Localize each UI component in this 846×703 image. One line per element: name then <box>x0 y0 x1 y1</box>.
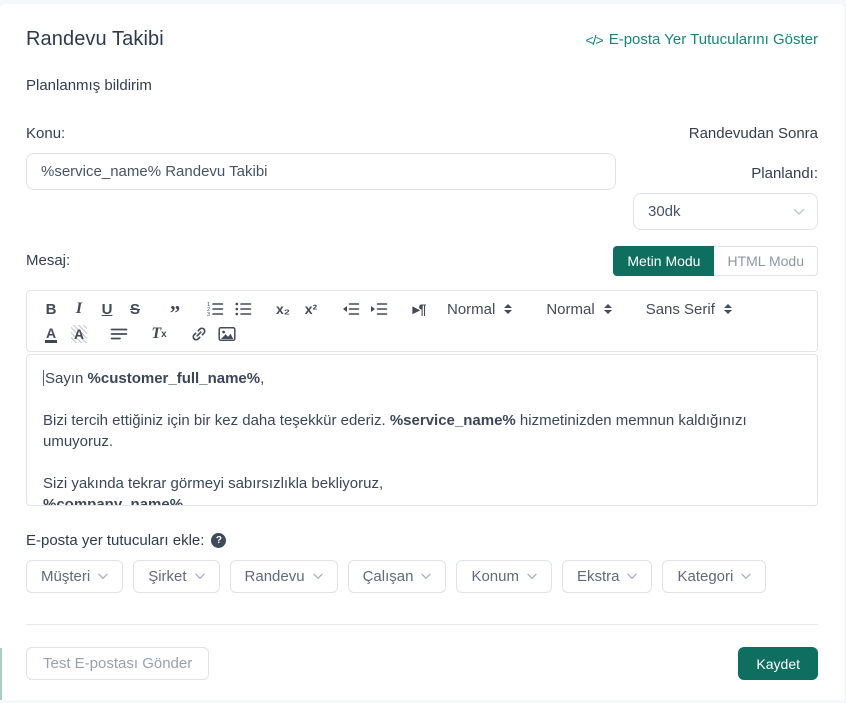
scheduled-notification-subtitle: Planlanmış bildirim <box>26 77 818 94</box>
placeholder-location-dropdown[interactable]: Konum <box>456 560 552 593</box>
editor-content[interactable]: Sayın %customer_full_name%,Bizi tercih e… <box>26 354 818 506</box>
show-email-placeholders-link[interactable]: </> E-posta Yer Tutucularını Göster <box>585 31 818 48</box>
chevron-down-icon <box>793 208 805 216</box>
heading-picker-value: Normal <box>447 301 495 318</box>
indent-icon[interactable] <box>367 298 391 320</box>
placeholder-employee-dropdown[interactable]: Çalışan <box>348 560 447 593</box>
font-picker[interactable]: Sans Serif <box>646 301 732 318</box>
chevron-down-icon <box>98 573 108 580</box>
chevron-down-icon <box>421 573 431 580</box>
editor-toolbar: B I U S ” 123 x₂ x² <box>26 290 818 352</box>
background-color-icon[interactable]: A <box>71 325 87 343</box>
chevron-down-icon <box>627 573 637 580</box>
chevron-down-icon <box>313 573 323 580</box>
show-email-placeholders-label: E-posta Yer Tutucularını Göster <box>609 31 818 48</box>
updown-arrows-icon <box>604 304 612 314</box>
placeholders-header: E-posta yer tutucuları ekle: ? <box>26 532 818 549</box>
size-picker-value: Normal <box>546 301 594 318</box>
heading-picker[interactable]: Normal <box>447 301 512 318</box>
help-icon[interactable]: ? <box>211 533 226 548</box>
placeholder-customer-dropdown[interactable]: Müşteri <box>26 560 123 593</box>
chevron-down-icon <box>195 573 205 580</box>
planned-label: Planlandı: <box>633 164 818 184</box>
message-mode-row: Mesaj: Metin Modu HTML Modu <box>26 246 818 276</box>
updown-arrows-icon <box>724 304 732 314</box>
subject-input[interactable] <box>26 153 616 190</box>
superscript-icon[interactable]: x² <box>299 298 323 320</box>
svg-text:3: 3 <box>207 312 210 318</box>
strikethrough-icon[interactable]: S <box>123 298 147 320</box>
placeholder-buttons-row: Müşteri Şirket Randevu Çalışan Konum Eks… <box>26 560 818 593</box>
ordered-list-icon[interactable]: 123 <box>203 298 227 320</box>
placeholder-appointment-dropdown[interactable]: Randevu <box>230 560 338 593</box>
link-icon[interactable] <box>187 323 211 345</box>
text-mode-button[interactable]: Metin Modu <box>613 246 714 276</box>
outdent-icon[interactable] <box>339 298 363 320</box>
footer-divider <box>26 624 818 625</box>
size-picker[interactable]: Normal <box>546 301 611 318</box>
code-icon: </> <box>585 32 602 48</box>
placeholder-extra-dropdown[interactable]: Ekstra <box>562 560 653 593</box>
message-label: Mesaj: <box>26 251 70 271</box>
notification-editor-panel: Randevu Takibi </> E-posta Yer Tutucular… <box>0 4 846 700</box>
font-picker-value: Sans Serif <box>646 301 715 318</box>
bold-icon[interactable]: B <box>39 298 63 320</box>
html-mode-button[interactable]: HTML Modu <box>714 246 818 276</box>
placeholders-label: E-posta yer tutucuları ekle: <box>26 532 204 549</box>
planned-time-select[interactable]: 30dk <box>633 193 818 230</box>
footer: Test E-postası Gönder Kaydet <box>26 647 818 680</box>
after-appointment-label: Randevudan Sonra <box>633 124 818 144</box>
updown-arrows-icon <box>504 304 512 314</box>
underline-icon[interactable]: U <box>95 298 119 320</box>
page-title: Randevu Takibi <box>26 28 164 51</box>
italic-icon[interactable]: I <box>67 298 91 320</box>
planned-time-value: 30dk <box>648 203 681 220</box>
subject-schedule-row: Konu: Randevudan Sonra Planlandı: 30dk <box>26 124 818 230</box>
mode-toggle-group: Metin Modu HTML Modu <box>613 246 818 276</box>
chevron-down-icon <box>527 573 537 580</box>
text-color-icon[interactable]: A <box>45 326 57 343</box>
subject-label: Konu: <box>26 124 616 144</box>
image-icon[interactable] <box>215 323 239 345</box>
clear-format-icon[interactable]: Tx <box>147 323 171 345</box>
save-button[interactable]: Kaydet <box>738 647 818 680</box>
header: Randevu Takibi </> E-posta Yer Tutucular… <box>26 28 818 51</box>
subscript-icon[interactable]: x₂ <box>271 298 295 320</box>
bullet-list-icon[interactable] <box>231 298 255 320</box>
chevron-down-icon <box>741 573 751 580</box>
align-icon[interactable] <box>107 323 131 345</box>
text-direction-icon[interactable]: ▸¶ <box>407 298 431 320</box>
placeholder-category-dropdown[interactable]: Kategori <box>662 560 766 593</box>
send-test-email-button[interactable]: Test E-postası Gönder <box>26 647 209 680</box>
placeholder-company-dropdown[interactable]: Şirket <box>133 560 219 593</box>
background-page-edge <box>0 648 2 700</box>
blockquote-icon[interactable]: ” <box>163 298 187 320</box>
